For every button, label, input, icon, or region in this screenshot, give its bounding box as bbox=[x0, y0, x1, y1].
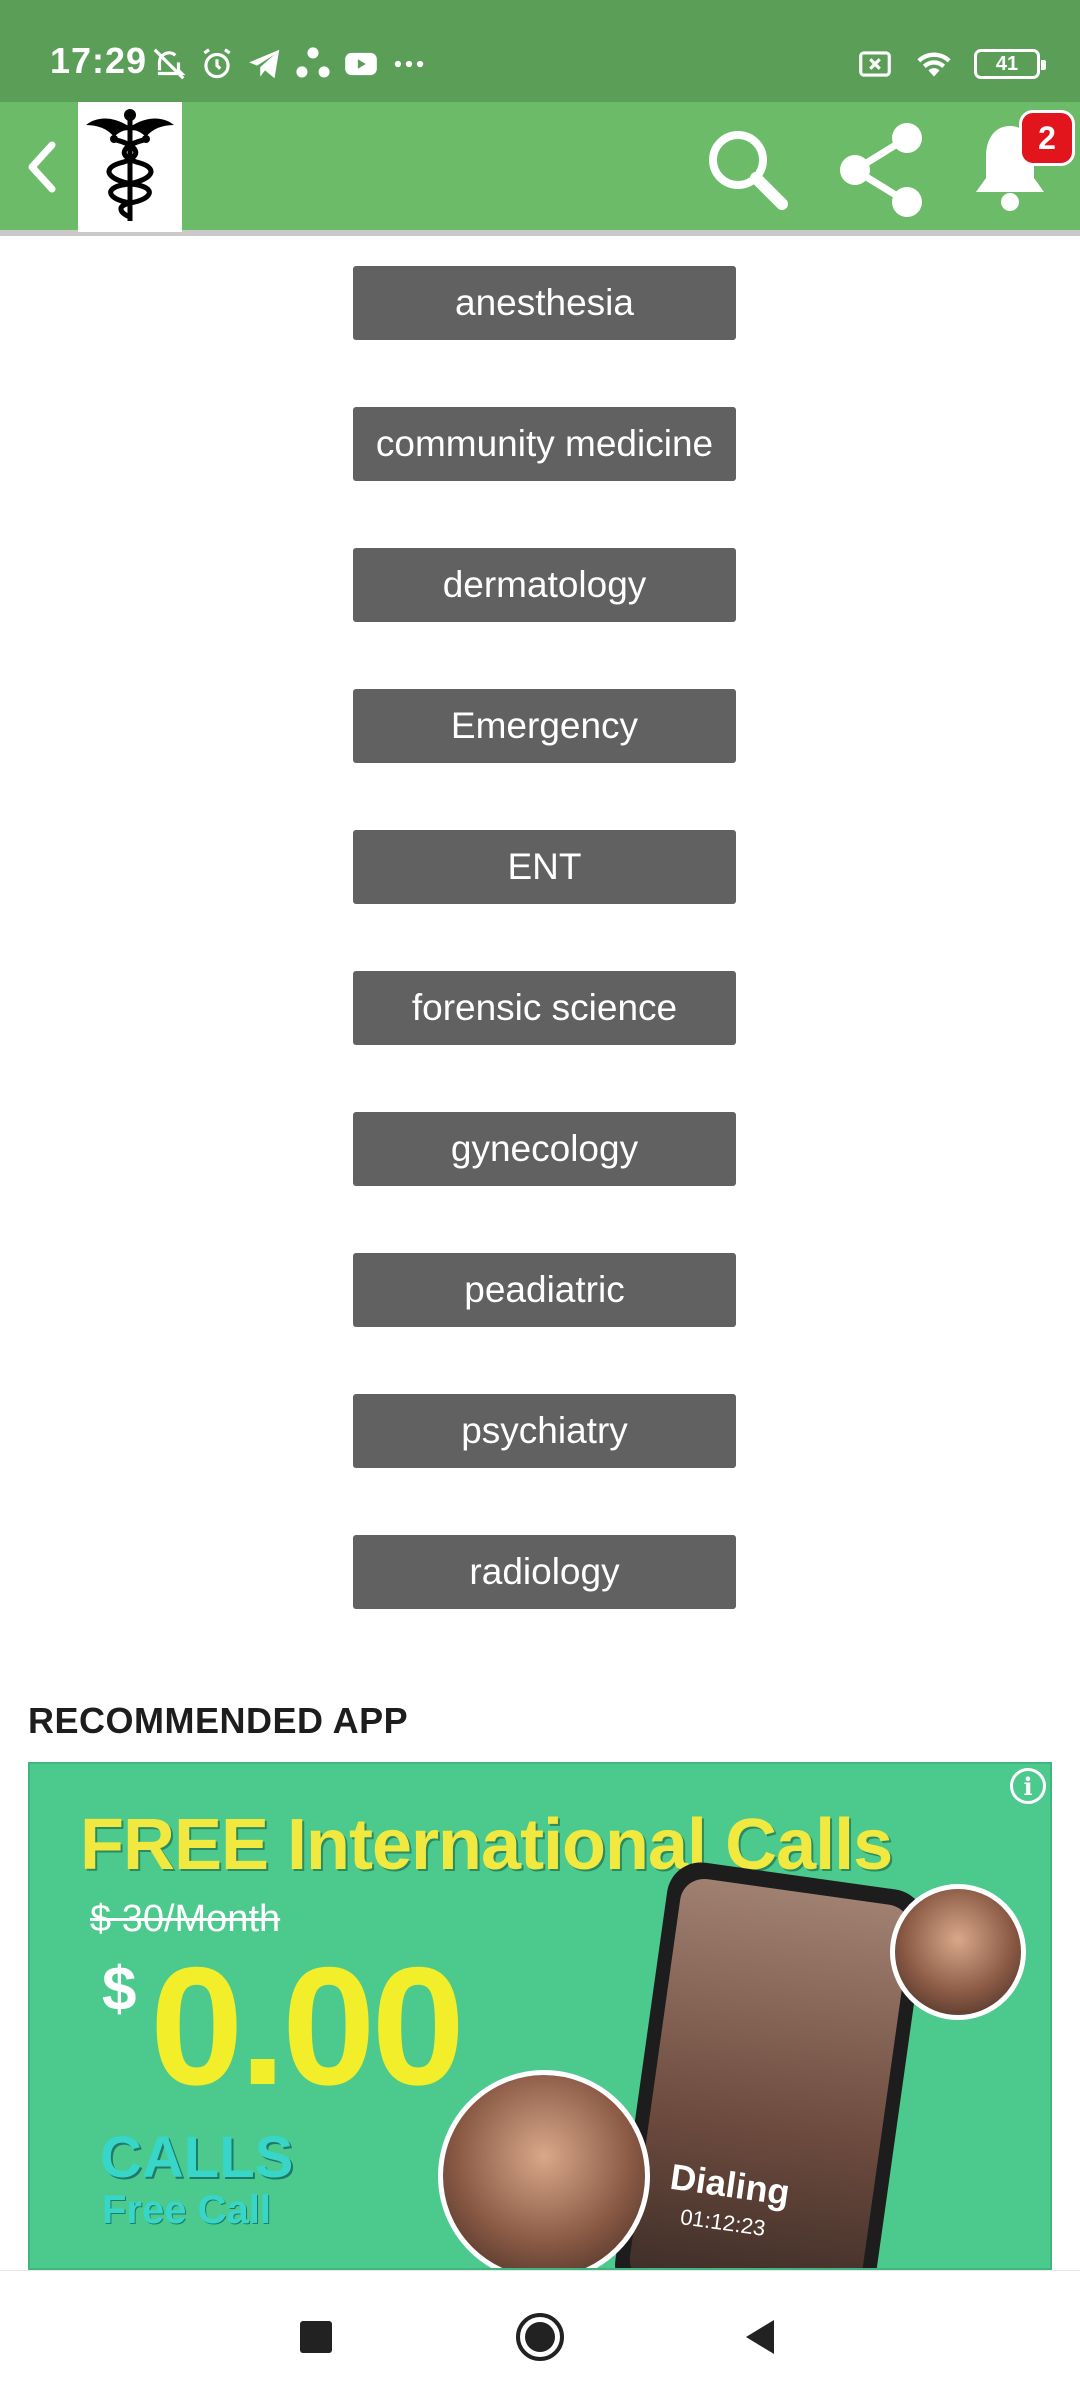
alarm-icon bbox=[203, 48, 231, 79]
sim-x-icon bbox=[859, 51, 891, 77]
search-icon bbox=[709, 131, 788, 210]
nav-back-button[interactable] bbox=[730, 2307, 790, 2367]
recents-square-icon bbox=[300, 2321, 332, 2353]
status-time: 17:29 bbox=[50, 40, 148, 81]
caduceus-logo bbox=[86, 109, 174, 221]
more-icon bbox=[394, 60, 424, 68]
ad-avatar-man bbox=[890, 1884, 1026, 2020]
category-button-radiology[interactable]: radiology bbox=[353, 1535, 736, 1609]
category-button-forensic-science[interactable]: forensic science bbox=[353, 971, 736, 1045]
status-bar: 17:29 41 bbox=[0, 0, 1080, 102]
share-icon bbox=[840, 123, 922, 217]
ad-free-call-label: Free Call bbox=[102, 2188, 271, 2232]
status-notification-icons bbox=[150, 44, 428, 84]
category-button-peadiatric[interactable]: peadiatric bbox=[353, 1253, 736, 1327]
home-button[interactable] bbox=[510, 2307, 570, 2367]
category-button-community-medicine[interactable]: community medicine bbox=[353, 407, 736, 481]
category-button-dermatology[interactable]: dermatology bbox=[353, 548, 736, 622]
wifi-icon bbox=[917, 52, 951, 77]
ad-dollar-sign: $ bbox=[102, 1955, 137, 2024]
back-button[interactable] bbox=[14, 132, 70, 202]
ad-info-icon[interactable]: i bbox=[1010, 1768, 1046, 1804]
sync-icon bbox=[296, 47, 330, 78]
youtube-icon bbox=[345, 52, 377, 76]
ad-banner[interactable]: FREE International Calls $ 30/Month $ 0.… bbox=[28, 1762, 1052, 2270]
ad-price: 0.00 bbox=[150, 1932, 465, 2120]
category-button-psychiatry[interactable]: psychiatry bbox=[353, 1394, 736, 1468]
category-button-ent[interactable]: ENT bbox=[353, 830, 736, 904]
back-icon bbox=[28, 141, 56, 193]
telegram-icon bbox=[249, 49, 280, 79]
app-logo[interactable] bbox=[78, 102, 182, 232]
ad-calls-label: CALLS bbox=[100, 2125, 294, 2190]
home-circle-icon bbox=[516, 2313, 564, 2361]
back-triangle-icon bbox=[746, 2320, 774, 2354]
share-button[interactable] bbox=[835, 120, 930, 220]
search-button[interactable] bbox=[700, 122, 795, 217]
category-button-emergency[interactable]: Emergency bbox=[353, 689, 736, 763]
app-bar bbox=[0, 102, 1080, 236]
battery-level: 41 bbox=[995, 52, 1019, 75]
recents-button[interactable] bbox=[286, 2307, 346, 2367]
recommended-app-heading: RECOMMENDED APP bbox=[28, 1700, 409, 1741]
battery-icon: 41 bbox=[974, 49, 1046, 79]
category-button-anesthesia[interactable]: anesthesia bbox=[353, 266, 736, 340]
status-system-icons: 41 bbox=[856, 44, 1046, 84]
mute-icon bbox=[153, 48, 186, 80]
system-nav-bar bbox=[0, 2270, 1080, 2400]
category-button-gynecology[interactable]: gynecology bbox=[353, 1112, 736, 1186]
notification-badge: 2 bbox=[1019, 110, 1075, 166]
ad-avatar-woman bbox=[438, 2070, 650, 2268]
